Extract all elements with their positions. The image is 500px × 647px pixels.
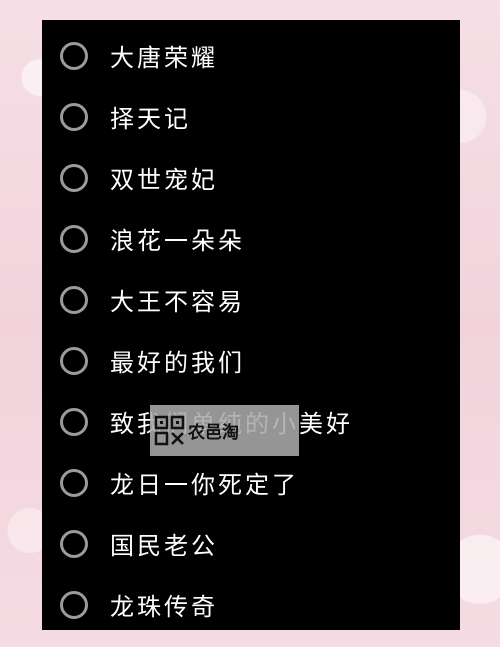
radio-option[interactable]: 大唐荣耀 — [42, 25, 460, 86]
radio-option[interactable]: 浪花一朵朵 — [42, 208, 460, 269]
radio-unchecked-icon[interactable] — [60, 346, 88, 375]
radio-unchecked-icon[interactable] — [60, 102, 88, 131]
radio-unchecked-icon[interactable] — [60, 529, 88, 558]
radio-unchecked-icon[interactable] — [60, 163, 88, 192]
radio-option-list: 大唐荣耀 择天记 双世宠妃 浪花一朵朵 大王不容易 最好的我们 致我们单纯的小美… — [42, 25, 460, 635]
watermark-badge: 农邑淘 — [150, 405, 299, 456]
radio-option[interactable]: 龙珠传奇 — [42, 574, 460, 635]
option-label: 最好的我们 — [110, 349, 245, 377]
radio-option[interactable]: 大王不容易 — [42, 269, 460, 330]
radio-unchecked-icon[interactable] — [60, 41, 88, 70]
option-label: 国民老公 — [110, 532, 218, 560]
option-label: 择天记 — [110, 105, 191, 133]
radio-unchecked-icon[interactable] — [60, 224, 88, 253]
radio-option[interactable]: 国民老公 — [42, 513, 460, 574]
radio-unchecked-icon[interactable] — [60, 590, 88, 619]
watermark-text: 农邑淘 — [188, 423, 239, 443]
options-panel: 大唐荣耀 择天记 双世宠妃 浪花一朵朵 大王不容易 最好的我们 致我们单纯的小美… — [42, 20, 460, 630]
option-label: 大王不容易 — [110, 288, 245, 316]
option-label: 双世宠妃 — [110, 166, 218, 194]
radio-option[interactable]: 双世宠妃 — [42, 147, 460, 208]
option-label: 大唐荣耀 — [110, 44, 218, 72]
radio-option[interactable]: 龙日一你死定了 — [42, 452, 460, 513]
radio-unchecked-icon[interactable] — [60, 468, 88, 497]
radio-option[interactable]: 择天记 — [42, 86, 460, 147]
radio-option[interactable]: 最好的我们 — [42, 330, 460, 391]
option-label: 浪花一朵朵 — [110, 227, 245, 255]
option-label: 龙日一你死定了 — [110, 471, 299, 499]
qr-logo-icon — [154, 415, 185, 445]
radio-unchecked-icon[interactable] — [60, 407, 88, 436]
option-label: 龙珠传奇 — [110, 593, 218, 621]
radio-unchecked-icon[interactable] — [60, 285, 88, 314]
